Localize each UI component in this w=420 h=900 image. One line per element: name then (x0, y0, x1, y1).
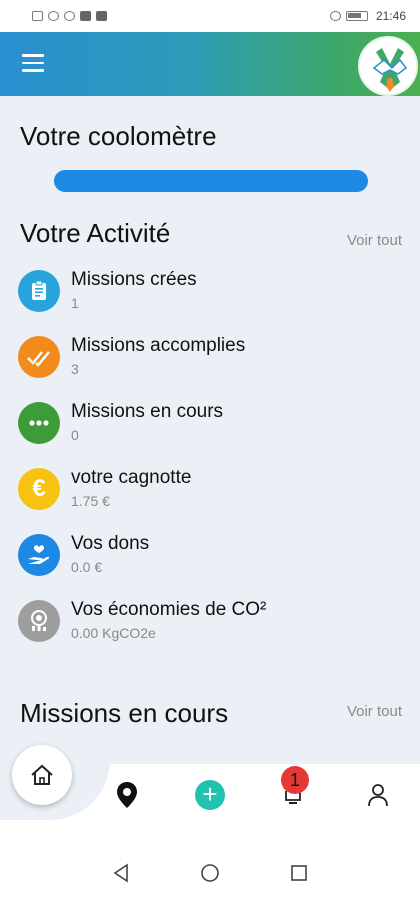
status-bar-left-icons (32, 11, 107, 21)
recent-apps-icon[interactable] (284, 858, 314, 888)
heart-hand-icon (18, 534, 60, 576)
missions-ongoing-title: Missions en cours (20, 698, 229, 728)
add-icon[interactable]: + (193, 778, 227, 812)
activity-title: Votre Activité (20, 218, 171, 248)
youtube-icon (80, 11, 91, 21)
handshake-logo-icon[interactable] (358, 36, 418, 96)
activity-see-all-link[interactable]: Voir tout (347, 232, 402, 249)
sim-icon (32, 11, 43, 21)
coolometer-title: Votre coolomètre (20, 121, 217, 151)
activity-item-jackpot[interactable]: € votre cagnotte 1.75 € (18, 460, 408, 526)
coolometer-bar (54, 170, 368, 192)
activity-label: Vos économies de CO² (71, 599, 267, 620)
back-icon[interactable] (106, 858, 136, 888)
wifi-icon (48, 11, 59, 21)
activity-value: 0.00 KgCO2e (71, 625, 156, 641)
activity-label: votre cagnotte (71, 467, 192, 488)
youtube-icon-2 (96, 11, 107, 21)
notification-badge: 1 (281, 766, 309, 794)
dots-icon (18, 402, 60, 444)
double-check-icon (18, 336, 60, 378)
eye-icon (329, 11, 341, 21)
app-header (0, 32, 420, 96)
activity-label: Missions accomplies (71, 335, 246, 356)
activity-label: Vos dons (71, 533, 150, 554)
activity-value: 3 (71, 361, 79, 377)
activity-item-donations[interactable]: Vos dons 0.0 € (18, 526, 408, 592)
battery-icon (345, 11, 368, 21)
activity-item-missions-completed[interactable]: Missions accomplies 3 (18, 328, 408, 394)
status-bar: 21:46 (0, 0, 420, 32)
whatsapp-icon (64, 11, 75, 21)
activity-item-co2-savings[interactable]: Vos économies de CO² 0.00 KgCO2e (18, 592, 408, 658)
hamburger-menu-icon[interactable] (22, 54, 44, 72)
activity-item-missions-ongoing[interactable]: Missions en cours 0 (18, 394, 408, 460)
activity-label: Missions crées (71, 269, 197, 290)
activity-value: 1 (71, 295, 79, 311)
activity-label: Missions en cours (71, 401, 224, 422)
system-navigation-bar (0, 846, 420, 900)
co2-icon (18, 600, 60, 642)
activity-value: 1.75 € (71, 493, 110, 509)
euro-icon: € (18, 468, 60, 510)
home-circle-icon[interactable] (195, 858, 225, 888)
activity-value: 0.0 € (71, 559, 103, 575)
activity-value: 0 (71, 427, 79, 443)
clipboard-icon (18, 270, 60, 312)
profile-icon[interactable] (361, 778, 395, 812)
home-icon[interactable] (12, 745, 72, 805)
add-button-label: + (195, 780, 225, 810)
map-pin-icon[interactable] (110, 778, 144, 812)
status-bar-right-icons: 21:46 (329, 9, 406, 23)
status-time: 21:46 (375, 9, 406, 23)
activity-list: Missions crées 1 Missions accomplies 3 M… (18, 262, 408, 658)
activity-item-missions-created[interactable]: Missions crées 1 (18, 262, 408, 328)
missions-see-all-link[interactable]: Voir tout (347, 703, 402, 720)
